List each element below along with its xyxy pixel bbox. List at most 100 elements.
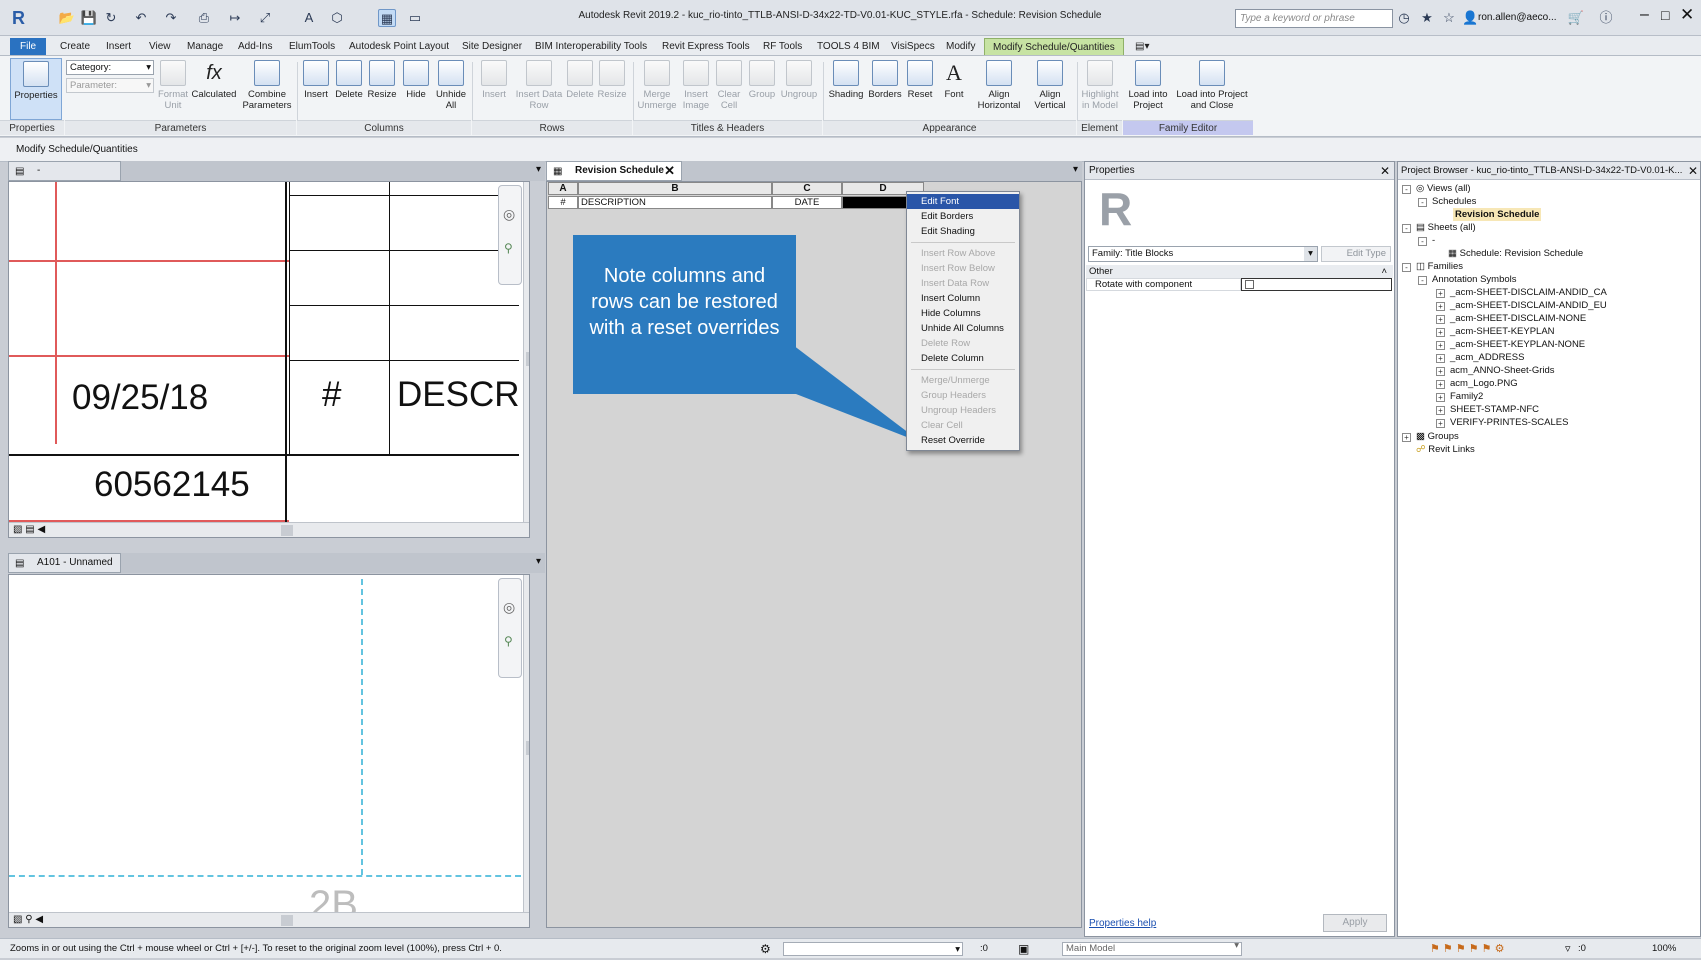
align-horizontal-button[interactable]: Align Horizontal (974, 58, 1024, 118)
search-input[interactable]: Type a keyword or phrase (1235, 9, 1393, 28)
sheet-view-1[interactable]: 09/25/18 # DESCR 60562145 ◎ ⚲ ▧ ▤ ◀ (8, 181, 530, 538)
borders-button[interactable]: Borders (866, 58, 904, 118)
tree-families[interactable]: - ◫ Families (1402, 260, 1463, 273)
expand-icon[interactable]: + (1436, 328, 1445, 337)
tree-sheet-dash[interactable]: -- (1418, 234, 1435, 247)
vertical-scrollbar[interactable] (523, 575, 529, 912)
tree-schedules[interactable]: - Schedules (1418, 195, 1476, 208)
tab-visispecs[interactable]: VisiSpecs (891, 38, 935, 55)
menu-item-delete-column[interactable]: Delete Column (907, 351, 1019, 366)
cell-description[interactable]: DESCRIPTION (578, 196, 772, 209)
tree-symbol-item[interactable]: + SHEET-STAMP-NFC (1436, 403, 1539, 416)
text-icon[interactable]: A (300, 9, 318, 27)
tab-file[interactable]: File (10, 38, 47, 55)
tree-symbol-item[interactable]: + _acm_ADDRESS (1436, 351, 1524, 364)
menu-item-unhide-all-columns[interactable]: Unhide All Columns (907, 321, 1019, 336)
expand-icon[interactable]: + (1436, 406, 1445, 415)
dropdown-icon[interactable]: ▾ (536, 164, 541, 175)
tree-symbol-item[interactable]: + _acm-SHEET-DISCLAIM-NONE (1436, 312, 1586, 325)
panel-toggle-icon[interactable]: ▤▾ (1135, 38, 1149, 55)
switch-windows-icon[interactable]: ▭ (406, 9, 424, 27)
menu-item-edit-font[interactable]: Edit Font (907, 194, 1019, 209)
navigation-bar[interactable]: ◎ ⚲ (498, 578, 522, 678)
print-icon[interactable]: ⎙ (195, 9, 213, 27)
close-window-button[interactable]: ✕ (1680, 5, 1694, 25)
expand-icon[interactable]: + (1436, 367, 1445, 376)
collapse-icon[interactable]: - (1418, 276, 1427, 285)
expand-icon[interactable]: + (1436, 315, 1445, 324)
close-tab-icon[interactable]: ✕ (664, 162, 675, 180)
design-option-select[interactable]: Main Model ▾ (1062, 940, 1242, 956)
expand-icon[interactable]: + (1436, 393, 1445, 402)
view-control-icons[interactable]: ▧ ▤ ◀ (13, 524, 45, 535)
cell-date[interactable]: DATE (772, 196, 842, 209)
selection-icons[interactable]: ⚑ ⚑ ⚑ ⚑ ⚑ ⚙ (1430, 939, 1504, 959)
tab-point-layout[interactable]: Autodesk Point Layout (349, 38, 449, 55)
tree-views-all[interactable]: - ◎ Views (all) (1402, 182, 1471, 195)
menu-item-insert-column[interactable]: Insert Column (907, 291, 1019, 306)
tree-symbol-item[interactable]: + _acm-SHEET-DISCLAIM-ANDID_EU (1436, 299, 1607, 312)
redo-icon[interactable]: ↷ (162, 9, 180, 27)
tree-revit-links[interactable]: ☍ Revit Links (1416, 443, 1475, 456)
tree-schedule-revision[interactable]: ▦ Schedule: Revision Schedule (1448, 247, 1583, 260)
font-button[interactable]: A Font (938, 58, 970, 118)
menu-item-edit-borders[interactable]: Edit Borders (907, 209, 1019, 224)
navigation-bar[interactable]: ◎ ⚲ (498, 185, 522, 285)
collapse-icon[interactable]: ˄ (1381, 265, 1387, 278)
resize-row-button[interactable]: Resize (596, 58, 628, 118)
properties-button[interactable]: Properties (10, 58, 62, 120)
user-icon[interactable]: 👤 (1462, 10, 1478, 26)
insert-row-button[interactable]: Insert (476, 58, 512, 118)
column-header-c[interactable]: C (772, 182, 842, 195)
tab-rf-tools[interactable]: RF Tools (763, 38, 802, 55)
merge-unmerge-button[interactable]: Merge Unmerge (636, 58, 678, 118)
apply-button[interactable]: Apply (1323, 914, 1387, 932)
tab-express-tools[interactable]: Revit Express Tools (662, 38, 750, 55)
expand-icon[interactable]: + (1402, 433, 1411, 442)
resize-column-button[interactable]: Resize (366, 58, 398, 118)
design-options-icon[interactable]: ▣ (1018, 939, 1029, 959)
expand-icon[interactable]: + (1436, 380, 1445, 389)
close-icon[interactable]: ✕ (1685, 162, 1698, 179)
steering-wheel-icon[interactable]: ◎ (503, 599, 515, 616)
tree-annotation-symbols[interactable]: - Annotation Symbols (1418, 273, 1517, 286)
cart-icon[interactable]: 🛒 (1567, 9, 1585, 27)
group-header-other[interactable]: Other ˄ (1086, 265, 1393, 278)
tab-add-ins[interactable]: Add-Ins (238, 38, 272, 55)
maximize-button[interactable]: □ (1661, 7, 1669, 23)
insert-column-button[interactable]: Insert (300, 58, 332, 118)
unhide-all-button[interactable]: Unhide All (433, 58, 469, 118)
revit-logo-icon[interactable]: R (12, 8, 30, 28)
delete-column-button[interactable]: Delete (333, 58, 365, 118)
close-icon[interactable]: ✕ (1380, 162, 1390, 180)
tab-tools4bim[interactable]: TOOLS 4 BIM (817, 38, 880, 55)
calculated-button[interactable]: fx Calculated (190, 58, 238, 118)
tree-symbol-item[interactable]: + VERIFY-PRINTES-SCALES (1436, 416, 1568, 429)
subscription-icon[interactable]: ★ (1418, 9, 1436, 27)
dropdown-icon[interactable]: ▾ (536, 556, 541, 567)
tab-modify-schedule[interactable]: Modify Schedule/Quantities (984, 38, 1124, 55)
schedule-tab[interactable]: ▦ Revision Schedule ✕ (546, 161, 682, 181)
tree-symbol-item[interactable]: + Family2 (1436, 390, 1483, 403)
steering-wheel-icon[interactable]: ◎ (503, 206, 515, 223)
column-header-a[interactable]: A (548, 182, 578, 195)
scroll-thumb[interactable] (526, 352, 529, 366)
horizontal-scrollbar[interactable]: ▧ ⚲ ◀ (9, 912, 529, 927)
sheet-view-2[interactable]: 2B ◎ ⚲ ▧ ⚲ ◀ (8, 574, 530, 928)
minimize-button[interactable]: – (1640, 6, 1649, 24)
workset-select[interactable]: ▾ (783, 942, 963, 956)
tab-site-designer[interactable]: Site Designer (462, 38, 522, 55)
tree-sheets-all[interactable]: - ▤ Sheets (all) (1402, 221, 1476, 234)
collapse-icon[interactable]: - (1402, 224, 1411, 233)
close-hidden-icon[interactable]: ▦ (378, 9, 396, 27)
tab-manage[interactable]: Manage (187, 38, 223, 55)
combine-parameters-button[interactable]: Combine Parameters (240, 58, 294, 118)
worksharing-icon[interactable]: ⚙ (760, 939, 771, 959)
tree-symbol-item[interactable]: + _acm-SHEET-KEYPLAN (1436, 325, 1555, 338)
menu-item-reset-override[interactable]: Reset Override (907, 433, 1019, 448)
hide-column-button[interactable]: Hide (400, 58, 432, 118)
delete-row-button[interactable]: Delete (564, 58, 596, 118)
collapse-icon[interactable]: - (1402, 263, 1411, 272)
menu-item-edit-shading[interactable]: Edit Shading (907, 224, 1019, 239)
tree-groups[interactable]: + ▩ Groups (1402, 430, 1459, 443)
